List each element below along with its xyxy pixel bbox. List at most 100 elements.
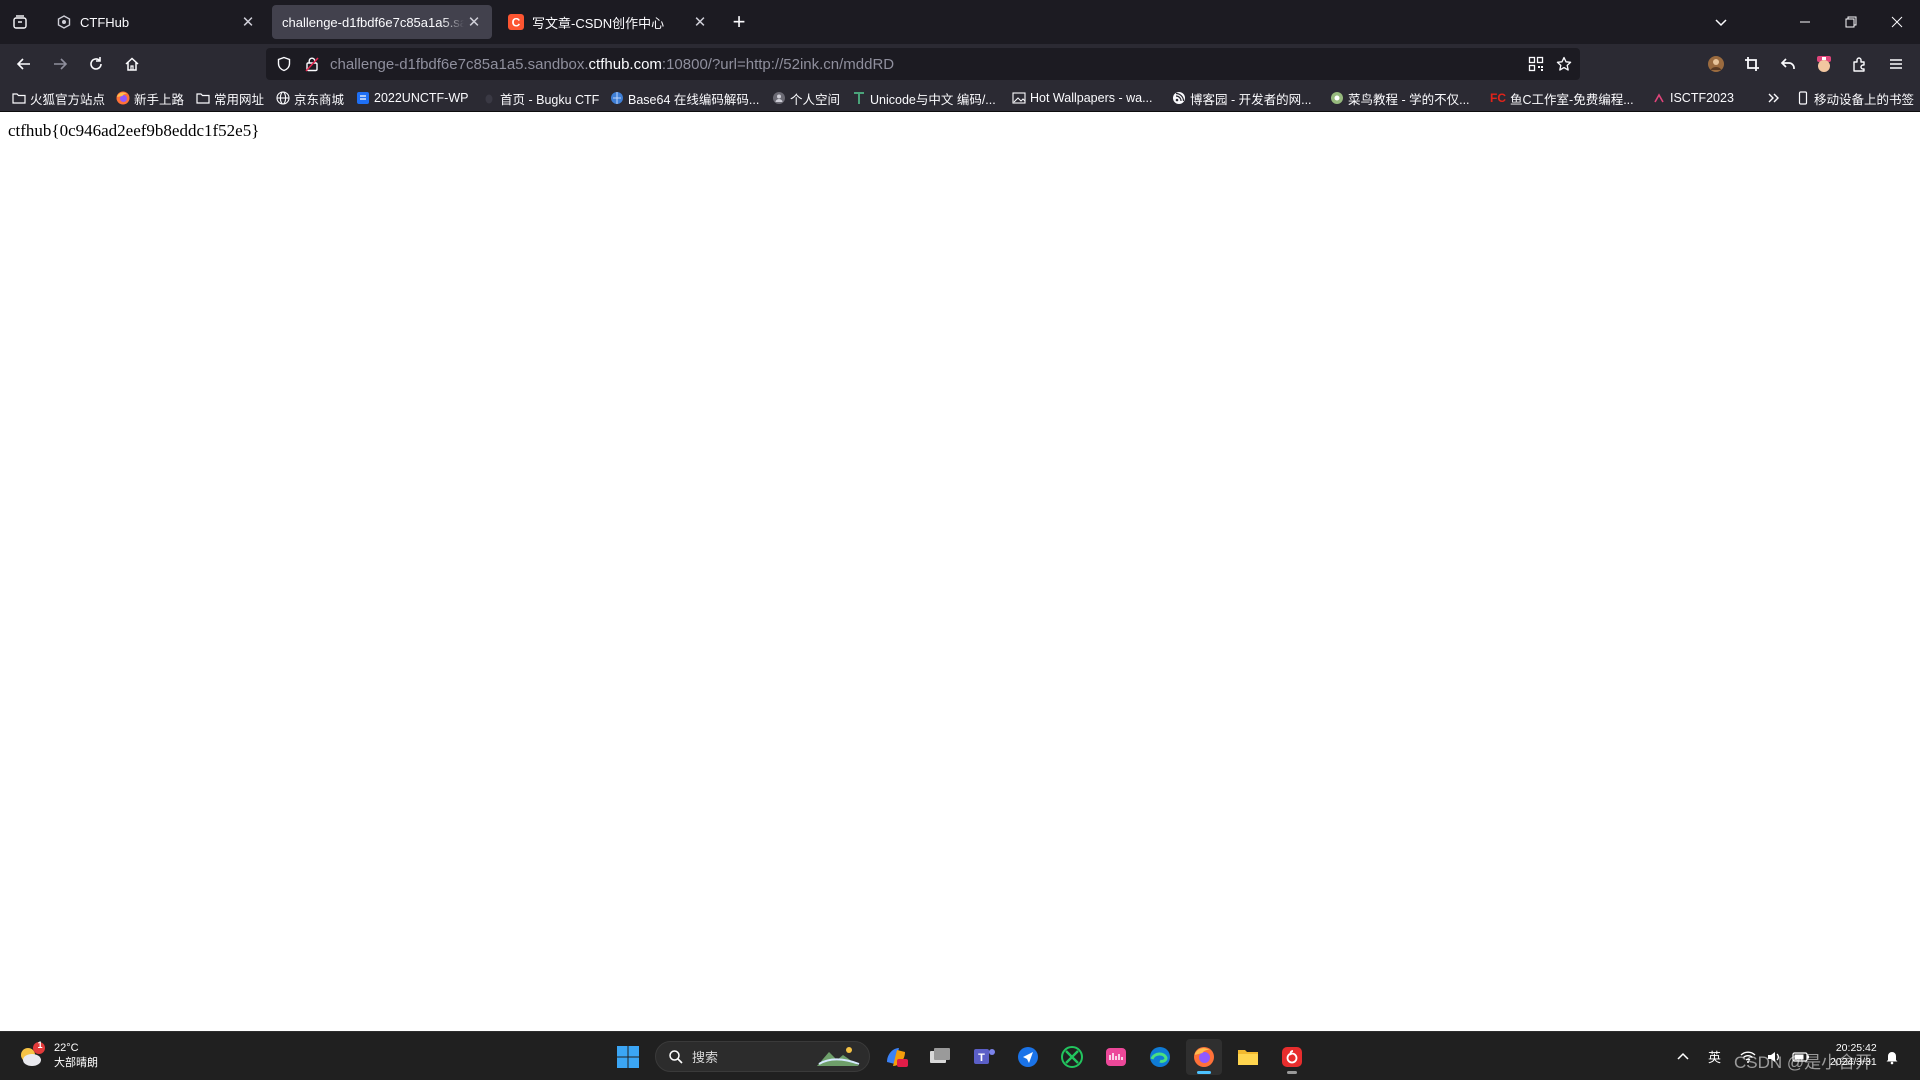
screenshot-button[interactable] bbox=[1736, 48, 1768, 80]
bookmarks-overflow-button[interactable] bbox=[1766, 87, 1780, 109]
tab-close-icon[interactable]: ✕ bbox=[238, 12, 258, 32]
tab-title: challenge-d1fbdf6e7c85a1a5.sandbox.ctfhu… bbox=[282, 14, 464, 30]
globe-icon bbox=[276, 91, 290, 105]
bookmark-isctf2023[interactable]: ISCTF2023 bbox=[1652, 87, 1734, 109]
bookmark-base64[interactable]: Base64 在线编码解码... bbox=[610, 87, 759, 109]
bookmark-hot-wallpapers[interactable]: Hot Wallpapers - wa... bbox=[1012, 87, 1153, 109]
close-window-button[interactable] bbox=[1874, 0, 1920, 44]
extension-avatar-button[interactable] bbox=[1808, 48, 1840, 80]
bookmark-label: Base64 在线编码解码... bbox=[628, 92, 760, 107]
bookmark-unicode-converter[interactable]: Unicode与中文 编码/... bbox=[852, 87, 996, 109]
search-highlight-landscape-icon bbox=[817, 1047, 860, 1066]
taskbar-app-task-view[interactable] bbox=[922, 1039, 958, 1075]
bookmark-runoob[interactable]: 菜鸟教程 - 学的不仅... bbox=[1330, 87, 1470, 109]
bookmark-2022unctf-wp[interactable]: 2022UNCTF-WP bbox=[356, 87, 468, 109]
home-icon bbox=[125, 57, 139, 71]
minimize-button[interactable] bbox=[1782, 0, 1828, 44]
bookmark-folder-firefox-official[interactable]: 火狐官方站点 bbox=[12, 87, 105, 109]
firefox-icon bbox=[1194, 1047, 1214, 1067]
tab-close-icon[interactable]: ✕ bbox=[690, 12, 710, 32]
tab-overview-button[interactable] bbox=[8, 8, 32, 36]
svg-text:C: C bbox=[512, 16, 521, 30]
bookmark-label: Unicode与中文 编码/... bbox=[870, 92, 996, 107]
close-icon bbox=[1891, 16, 1903, 28]
extensions-button[interactable] bbox=[1844, 48, 1876, 80]
tracking-protection-shield-icon[interactable] bbox=[270, 48, 298, 80]
tab-csdn[interactable]: C 写文章-CSDN创作中心 ✕ bbox=[498, 5, 718, 39]
weather-description: 大部晴朗 bbox=[54, 1057, 98, 1069]
user-space-icon bbox=[772, 91, 786, 105]
input-method-indicator[interactable]: 英 bbox=[1708, 1032, 1721, 1080]
bookmark-personal-space[interactable]: 个人空间 bbox=[772, 87, 840, 109]
taskbar-app-xbox[interactable] bbox=[1054, 1039, 1090, 1075]
search-placeholder: 搜索 bbox=[692, 1050, 719, 1065]
address-bar[interactable]: challenge-d1fbdf6e7c85a1a5.sandbox.ctfhu… bbox=[266, 48, 1580, 80]
list-all-tabs-button[interactable] bbox=[1698, 0, 1744, 44]
bell-icon bbox=[1886, 1051, 1898, 1064]
taskbar-app-mail-assistant[interactable] bbox=[1010, 1039, 1046, 1075]
bookmark-folder-mobile[interactable]: 移动设备上的书签 bbox=[1796, 87, 1914, 109]
start-button[interactable] bbox=[610, 1039, 646, 1075]
insecure-lock-icon[interactable] bbox=[298, 48, 326, 80]
taskbar-app-file-explorer[interactable] bbox=[1230, 1039, 1266, 1075]
home-button[interactable] bbox=[116, 48, 148, 80]
account-avatar-button[interactable] bbox=[1700, 48, 1732, 80]
extension-avatar-icon bbox=[1817, 56, 1831, 72]
restore-button[interactable] bbox=[1828, 0, 1874, 44]
tab-close-icon[interactable]: ✕ bbox=[464, 12, 484, 32]
firefox-icon bbox=[116, 91, 130, 105]
taskbar-app-copilot[interactable] bbox=[878, 1039, 914, 1075]
bookmark-fishc[interactable]: FC 鱼C工作室-免费编程... bbox=[1490, 87, 1634, 109]
bookmark-label: 首页 - Bugku CTF bbox=[500, 92, 600, 107]
bookmark-label: 博客园 - 开发者的网... bbox=[1190, 92, 1312, 107]
ctfhub-logo-icon bbox=[56, 14, 72, 30]
bookmark-cnblogs[interactable]: 博客园 - 开发者的网... bbox=[1172, 87, 1312, 109]
taskbar-app-netease-music[interactable] bbox=[1274, 1039, 1310, 1075]
bookmark-folder-common-sites[interactable]: 常用网址 bbox=[196, 87, 264, 109]
crop-icon bbox=[1745, 57, 1759, 71]
address-bar-actions bbox=[1526, 48, 1574, 80]
taskbar-app-firefox[interactable] bbox=[1186, 1039, 1222, 1075]
url-host: ctfhub.com bbox=[588, 55, 662, 73]
arrow-left-icon bbox=[16, 58, 30, 70]
bookmark-star-icon[interactable] bbox=[1554, 54, 1574, 74]
task-view-icon bbox=[930, 1048, 950, 1063]
back-button[interactable] bbox=[8, 48, 40, 80]
bookmarks-toolbar: 火狐官方站点 新手上路 常用网址 京东商城 2022UNCTF-WP 首页 - … bbox=[0, 84, 1920, 112]
tab-ctfhub[interactable]: CTFHub ✕ bbox=[46, 5, 266, 39]
undo-close-tab-button[interactable] bbox=[1772, 48, 1804, 80]
forward-button[interactable] bbox=[44, 48, 76, 80]
bookmark-label: 移动设备上的书签 bbox=[1814, 92, 1915, 107]
xbox-icon bbox=[1061, 1046, 1083, 1068]
doc-icon bbox=[356, 91, 370, 105]
bookmark-label: 鱼C工作室-免费编程... bbox=[1510, 92, 1634, 107]
tab-title: 写文章-CSDN创作中心 bbox=[532, 15, 665, 31]
tab-title: CTFHub bbox=[80, 14, 130, 30]
bookmark-label: ISCTF2023 bbox=[1670, 91, 1734, 105]
tab-challenge[interactable]: challenge-d1fbdf6e7c85a1a5.sandbox.ctfhu… bbox=[272, 5, 492, 39]
url-text[interactable]: challenge-d1fbdf6e7c85a1a5.sandbox.ctfhu… bbox=[330, 56, 894, 73]
notification-center-button[interactable] bbox=[1884, 1032, 1900, 1080]
weather-temperature: 22°C bbox=[54, 1042, 79, 1054]
new-tab-button[interactable]: + bbox=[726, 9, 752, 34]
weather-widget[interactable]: 1 22°C 大部晴朗 bbox=[16, 1038, 98, 1074]
minimize-icon bbox=[1800, 21, 1810, 23]
avatar-icon bbox=[1708, 56, 1724, 72]
bookmark-label: 常用网址 bbox=[214, 92, 265, 107]
chevron-up-icon bbox=[1677, 1052, 1689, 1060]
show-hidden-icons-button[interactable] bbox=[1676, 1032, 1690, 1080]
taskbar-app-teams[interactable]: T bbox=[966, 1039, 1002, 1075]
taskbar-app-edge[interactable] bbox=[1142, 1039, 1178, 1075]
folder-icon bbox=[196, 91, 210, 105]
qr-code-icon[interactable] bbox=[1526, 54, 1546, 74]
page-content: ctfhub{0c946ad2eef9b8eddc1f52e5} bbox=[0, 113, 1920, 1031]
search-icon bbox=[669, 1049, 683, 1064]
taskbar-app-media[interactable] bbox=[1098, 1039, 1134, 1075]
app-menu-button[interactable] bbox=[1880, 48, 1912, 80]
bookmark-getting-started[interactable]: 新手上路 bbox=[116, 87, 184, 109]
bookmark-bugku-ctf[interactable]: 首页 - Bugku CTF bbox=[482, 87, 599, 109]
reload-button[interactable] bbox=[80, 48, 112, 80]
bookmark-jd-mall[interactable]: 京东商城 bbox=[276, 87, 344, 109]
taskbar-search-box[interactable]: 搜索 bbox=[655, 1041, 870, 1072]
puzzle-icon bbox=[1853, 57, 1865, 72]
